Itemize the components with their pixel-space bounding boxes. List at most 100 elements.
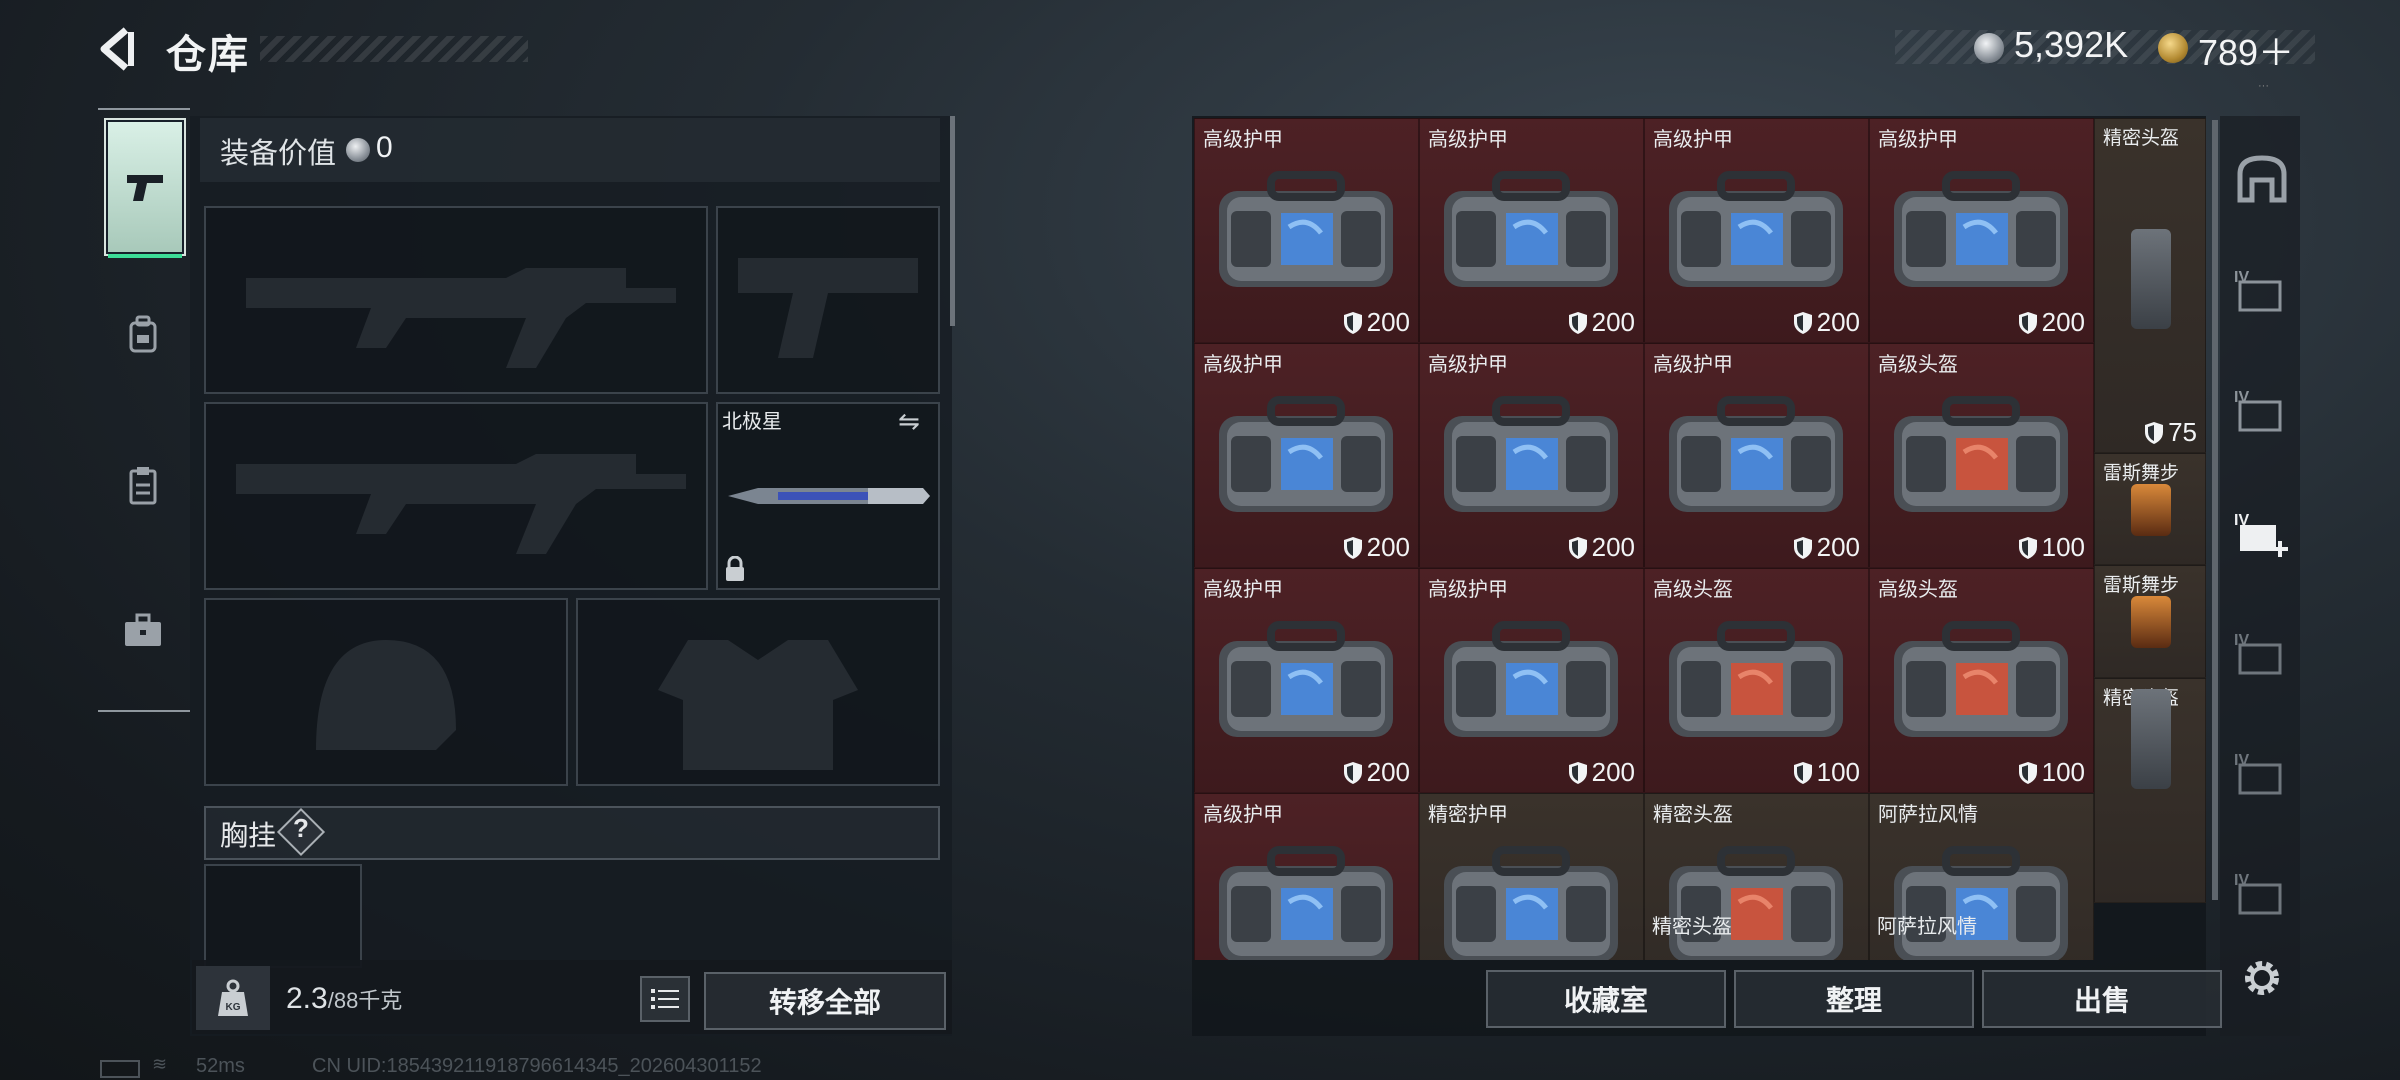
inventory-item[interactable]: 高级头盔 100 [1869, 343, 2094, 568]
inventory-item[interactable]: 阿萨拉风情 [1869, 906, 2094, 960]
sort-button[interactable]: 整理 [1734, 970, 1974, 1028]
collection-room-button[interactable]: 收藏室 [1486, 970, 1726, 1028]
item-name: 高级护甲 [1653, 129, 1733, 151]
helmet-case-icon [1894, 396, 2068, 512]
shield-icon [1343, 311, 1362, 334]
primary-weapon-slot-1[interactable] [204, 206, 708, 394]
tab-weapons[interactable] [106, 120, 184, 258]
rifle-silhouette-icon [246, 268, 676, 368]
inventory-item[interactable]: 高级护甲 200 [1419, 343, 1644, 568]
armor-slot[interactable] [576, 598, 940, 786]
durability-value: 100 [2041, 532, 2085, 562]
durability-value: 75 [2168, 417, 2197, 447]
battery-icon [100, 1060, 140, 1078]
weight-icon-box: KG [196, 966, 270, 1030]
shield-icon [1343, 761, 1362, 784]
swap-icon[interactable]: ⇋ [898, 406, 920, 437]
storage-page-4-icon[interactable]: IV [2232, 262, 2292, 322]
scrollbar[interactable] [950, 116, 955, 326]
item-name: 精密头盔 [1652, 916, 1732, 938]
item-durability: 200 [2018, 307, 2085, 338]
shield-icon [1568, 761, 1587, 784]
armor-bag-icon [1444, 171, 1618, 287]
rail-divider [98, 108, 190, 110]
inventory-item[interactable]: 高级护甲 [1194, 793, 1419, 960]
lock-icon [726, 556, 744, 581]
storage-page-4-icon[interactable]: IV [2232, 865, 2292, 925]
tab-backpack[interactable] [106, 270, 180, 400]
shield-icon [1793, 761, 1812, 784]
durability-value: 200 [1366, 307, 1410, 337]
inventory-item[interactable]: 高级头盔 100 [1644, 568, 1869, 793]
inventory-item[interactable]: 高级护甲 200 [1194, 118, 1419, 343]
shield-icon [1793, 536, 1812, 559]
sell-button[interactable]: 出售 [1982, 970, 2222, 1028]
pistol-slot[interactable] [716, 206, 940, 394]
shield-icon [1568, 536, 1587, 559]
durability-value: 200 [1816, 532, 1860, 562]
helmet-silhouette-icon [316, 640, 456, 750]
storage-page-4-icon[interactable]: IV [2232, 625, 2292, 685]
inventory-item[interactable]: 高级护甲 200 [1419, 118, 1644, 343]
inventory-item[interactable]: 雷斯舞步 [2094, 453, 2206, 565]
item-name: 高级头盔 [1878, 579, 1958, 601]
kg-weight-icon: KG [218, 979, 248, 1016]
inventory-item[interactable]: 精密头盔 [1644, 906, 1869, 960]
inventory-item[interactable]: 高级护甲 200 [1419, 568, 1644, 793]
item-name: 高级护甲 [1203, 354, 1283, 376]
tab-case[interactable] [106, 565, 180, 695]
transfer-all-button[interactable]: 转移全部 [704, 972, 946, 1030]
inventory-item[interactable]: 精密护甲 [1419, 793, 1644, 960]
inventory-item[interactable]: 高级护甲 200 [1869, 118, 2094, 343]
gold-currency-amount[interactable]: 789＋ [2198, 24, 2294, 76]
helmet-case-icon [2131, 229, 2171, 329]
inventory-item[interactable]: 高级头盔 100 [1869, 568, 2094, 793]
carry-weight: 2.3/88千克 [286, 982, 402, 1016]
inventory-item[interactable]: 精密头盔 75 [2094, 118, 2206, 453]
primary-weapon-slot-2[interactable] [204, 402, 708, 590]
inventory-item[interactable]: 高级护甲 200 [1194, 343, 1419, 568]
rail-divider [98, 710, 190, 712]
item-durability: 100 [2018, 757, 2085, 788]
pistol-icon [127, 175, 163, 201]
user-uid: CN UID:18543921191879661434​5_2026043011… [312, 1055, 762, 1077]
item-name: 高级护甲 [1428, 579, 1508, 601]
list-icon [651, 989, 679, 1009]
chest-rig-slot[interactable] [204, 864, 362, 968]
item-name: 阿萨拉风情 [1877, 916, 1977, 938]
version-text: ··· [2258, 80, 2269, 92]
item-name: 高级护甲 [1878, 129, 1958, 151]
item-durability: 200 [1568, 307, 1635, 338]
durability-value: 200 [1816, 307, 1860, 337]
durability-value: 100 [2041, 757, 2085, 787]
back-arrow-icon[interactable] [96, 26, 142, 72]
item-name: 高级护甲 [1203, 579, 1283, 601]
network-ping: 52ms [196, 1055, 245, 1077]
item-durability: 75 [2144, 417, 2197, 448]
gear-icon[interactable] [2238, 954, 2286, 1002]
inventory-item[interactable]: 雷斯舞步 [2094, 565, 2206, 678]
page-title: 仓库 [166, 33, 250, 77]
tab-vest[interactable] [106, 420, 180, 550]
durability-value: 200 [1591, 307, 1635, 337]
inventory-item[interactable]: 精密头盔 [2094, 678, 2206, 903]
storage-page-4-icon[interactable]: IV [2232, 745, 2292, 805]
inventory-scrollbar[interactable] [2212, 120, 2218, 900]
storage-page-4-icon[interactable]: IV [2232, 382, 2292, 442]
gold-coin-icon [2158, 33, 2188, 63]
svg-text:KG: KG [226, 1002, 241, 1013]
durability-value: 200 [1366, 757, 1410, 787]
inventory-item[interactable]: 高级护甲 200 [1644, 343, 1869, 568]
storage-page-add-icon[interactable]: IV [2232, 505, 2292, 565]
armor-bag-icon [1444, 621, 1618, 737]
helmet-case-icon [2131, 689, 2171, 789]
item-name: 精密头盔 [2103, 128, 2180, 149]
inventory-item[interactable]: 高级护甲 200 [1194, 568, 1419, 793]
list-view-button[interactable] [640, 976, 690, 1022]
helmet-slot[interactable] [204, 598, 568, 786]
safe-box-icon[interactable] [2232, 150, 2292, 210]
inventory-item[interactable]: 高级护甲 200 [1644, 118, 1869, 343]
silver-currency-amount: 5,392K [2014, 24, 2129, 65]
durability-value: 200 [2041, 307, 2085, 337]
durability-value: 200 [1591, 757, 1635, 787]
